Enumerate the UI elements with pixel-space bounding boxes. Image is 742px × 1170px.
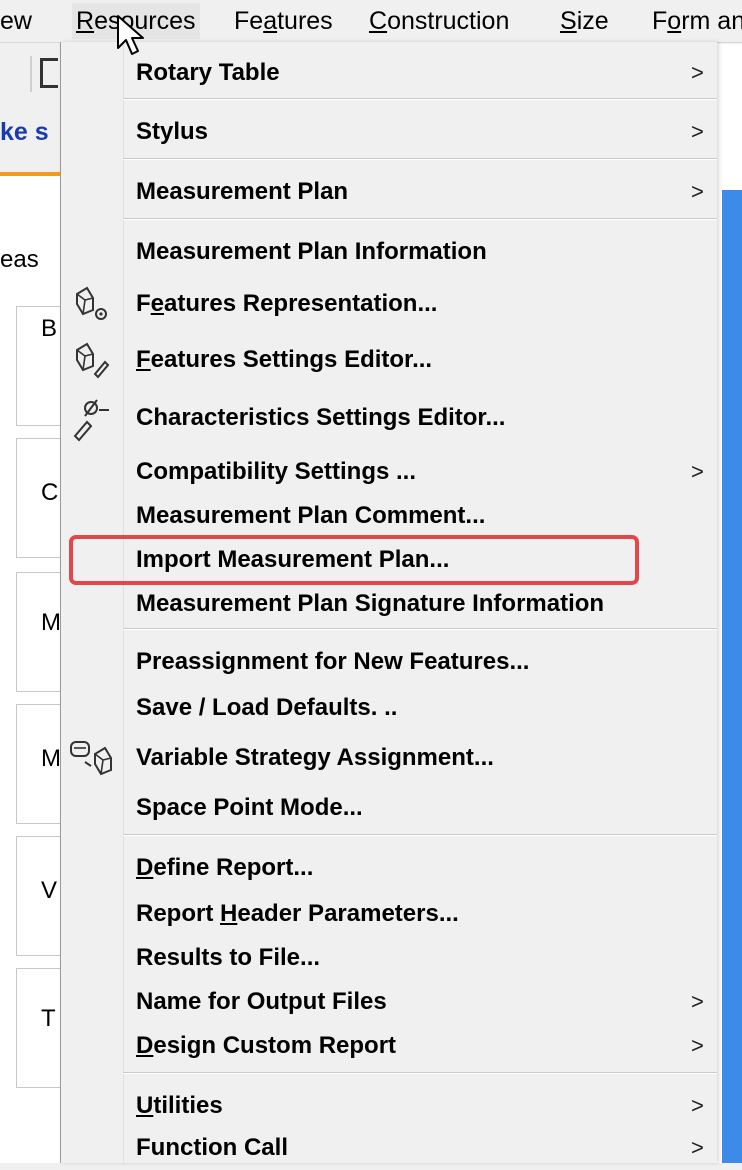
background-link-text[interactable]: ke s (0, 110, 60, 154)
menu-item-measurement-plan[interactable]: Measurement Plan > (61, 170, 717, 214)
menu-item-stylus[interactable]: Stylus > (61, 110, 717, 154)
menu-item-label: Rotary Table (136, 59, 280, 86)
menu-features[interactable]: Features (234, 3, 333, 39)
menu-separator (123, 834, 717, 836)
menu-item-label: Stylus (136, 118, 209, 145)
menu-item-utilities[interactable]: Utilities > (61, 1084, 717, 1128)
variable-strategy-icon (67, 736, 117, 784)
background-box-letter: T (41, 1005, 56, 1032)
mouse-cursor-icon (117, 15, 144, 55)
menu-item-features-representation[interactable]: Features Representation... (61, 282, 717, 326)
background-box[interactable]: V (16, 836, 60, 956)
measurement-label-fragment: eas (0, 246, 39, 273)
menu-item-label: Name for Output Files (136, 988, 387, 1015)
menu-item-label: Utilities (136, 1092, 223, 1119)
menu-item-label: Import Measurement Plan... (136, 546, 450, 573)
menu-item-measurement-plan-comment[interactable]: Measurement Plan Comment... (61, 494, 717, 538)
submenu-arrow-icon: > (691, 989, 704, 1014)
menu-item-report-header-parameters[interactable]: Report Header Parameters... (61, 892, 717, 936)
background-box[interactable]: M (16, 572, 61, 692)
menu-bar: ew Resources Features Construction Size … (0, 0, 742, 43)
menu-item-label: Measurement Plan (136, 178, 349, 205)
background-box-letter: C (41, 479, 59, 506)
menu-item-label: Save / Load Defaults. .. (136, 694, 398, 721)
menu-item-label: Variable Strategy Assignment... (136, 744, 494, 771)
menu-separator (123, 158, 717, 160)
menu-separator (123, 218, 717, 220)
resources-dropdown-menu: Rotary Table > Stylus > Measurement Plan… (60, 42, 717, 1163)
menu-item-label: Design Custom Report (136, 1032, 397, 1059)
features-representation-icon (67, 282, 117, 330)
characteristics-settings-icon (67, 396, 117, 444)
menu-item-space-point-mode[interactable]: Space Point Mode... (61, 786, 717, 830)
background-box-letter: M (41, 745, 61, 772)
menu-item-label: Compatibility Settings ... (136, 458, 417, 485)
background-box[interactable]: T (16, 968, 60, 1088)
background-box[interactable]: M (16, 704, 61, 824)
menu-item-compatibility-settings[interactable]: Compatibility Settings ... > (61, 450, 717, 494)
submenu-arrow-icon: > (691, 1093, 704, 1118)
background-toolbar (0, 44, 60, 104)
menu-separator (123, 98, 717, 100)
menu-item-import-measurement-plan[interactable]: Import Measurement Plan... (61, 538, 717, 582)
menu-item-variable-strategy-assignment[interactable]: Variable Strategy Assignment... (61, 736, 717, 780)
background-box-letter: V (41, 877, 58, 904)
background-box-letter: B (41, 315, 58, 342)
submenu-arrow-icon: > (691, 179, 704, 204)
menu-item-label: Report Header Parameters... (136, 900, 459, 927)
menu-item-save-load-defaults[interactable]: Save / Load Defaults. .. (61, 686, 717, 730)
menu-construction[interactable]: Construction (369, 3, 509, 39)
menu-item-label: Preassignment for New Features... (136, 648, 530, 675)
menu-item-label: Characteristics Settings Editor... (136, 404, 506, 431)
menu-item-label: Measurement Plan Signature Information (136, 590, 605, 617)
menu-item-features-settings-editor[interactable]: Features Settings Editor... (61, 338, 717, 382)
submenu-arrow-icon: > (691, 119, 704, 144)
menu-item-characteristics-settings-editor[interactable]: Characteristics Settings Editor... (61, 396, 717, 442)
toolbar-separator (30, 56, 32, 92)
menu-item-preassignment-new-features[interactable]: Preassignment for New Features... (61, 640, 717, 684)
menu-view[interactable]: ew (0, 3, 32, 39)
background-box[interactable]: B (16, 306, 60, 426)
menu-item-rotary-table[interactable]: Rotary Table > (61, 51, 717, 95)
menu-item-name-output-files[interactable]: Name for Output Files > (61, 980, 717, 1024)
menu-separator (123, 1072, 717, 1074)
menu-form[interactable]: Form an (652, 3, 742, 39)
background-panel: eas B C M M V T (0, 176, 61, 1163)
blue-panel-bar (722, 190, 742, 1163)
background-box[interactable]: C (16, 438, 60, 558)
menu-item-label: Measurement Plan Comment... (136, 502, 486, 529)
submenu-arrow-icon: > (691, 1135, 704, 1160)
toolbar-button-icon[interactable] (40, 58, 58, 88)
menu-item-results-to-file[interactable]: Results to File... (61, 936, 717, 980)
menu-size[interactable]: Size (560, 3, 609, 39)
menu-separator (123, 628, 717, 630)
menu-item-label: Results to File... (136, 944, 321, 971)
menu-item-measurement-plan-information[interactable]: Measurement Plan Information (61, 230, 717, 274)
submenu-arrow-icon: > (691, 60, 704, 85)
menu-item-function-call[interactable]: Function Call > (61, 1126, 717, 1170)
menu-item-define-report[interactable]: Define Report... (61, 846, 717, 890)
background-box-letter: M (41, 609, 61, 636)
right-panel-strip (716, 44, 742, 1163)
submenu-arrow-icon: > (691, 1033, 704, 1058)
menu-item-label: Features Settings Editor... (136, 346, 433, 373)
menu-item-label: Space Point Mode... (136, 794, 363, 821)
menu-item-label: Features Representation... (136, 290, 438, 317)
menu-item-measurement-plan-signature-information[interactable]: Measurement Plan Signature Information (61, 582, 717, 626)
menu-item-label: Measurement Plan Information (136, 238, 487, 265)
features-settings-editor-icon (67, 338, 117, 386)
menu-item-label: Function Call (136, 1134, 288, 1161)
menu-item-design-custom-report[interactable]: Design Custom Report > (61, 1024, 717, 1068)
submenu-arrow-icon: > (691, 459, 704, 484)
menu-item-label: Define Report... (136, 854, 314, 881)
